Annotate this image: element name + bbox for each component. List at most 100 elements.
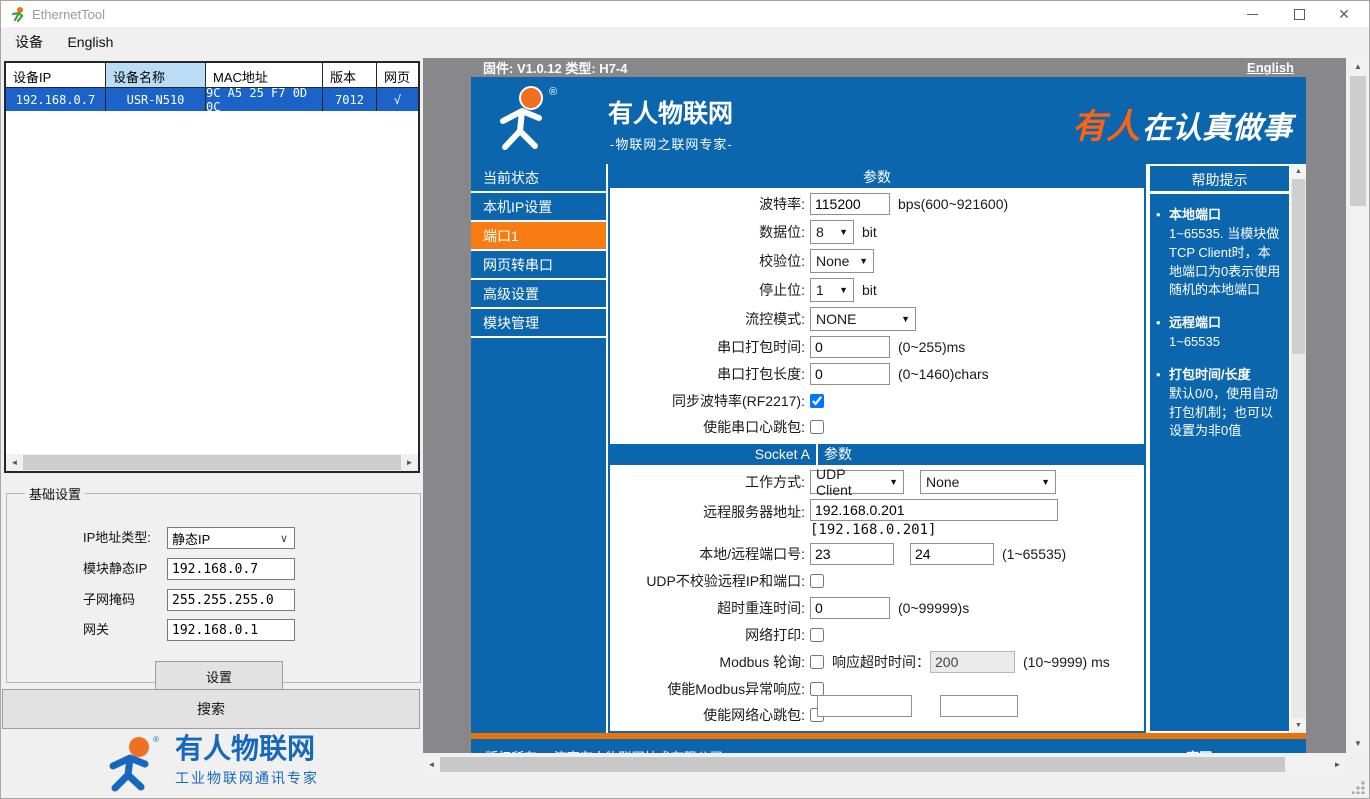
logo-brand-text: 有人物联网 [175, 733, 316, 764]
modbus-exc-checkbox[interactable] [810, 682, 824, 696]
column-header-mac[interactable]: MAC地址 [206, 63, 323, 87]
work-submode-value: None [926, 474, 960, 490]
scrollbar-thumb[interactable] [440, 757, 1285, 772]
local-port-input[interactable] [810, 543, 894, 565]
window-horizontal-scrollbar[interactable]: ◄ ► [423, 756, 1346, 773]
english-link[interactable]: English [1247, 60, 1294, 75]
close-button[interactable]: ✕ [1321, 1, 1367, 27]
udp-nocheck-label: UDP不校验远程IP和端口: [646, 573, 805, 589]
help-panel-title: 帮助提示 [1150, 166, 1289, 194]
clipped-input[interactable] [817, 695, 912, 717]
uart-heartbeat-checkbox[interactable] [810, 420, 824, 434]
nav-item-web-to-serial[interactable]: 网页转串口 [471, 251, 606, 280]
usr-site-link[interactable]: www.usr.cn [1220, 750, 1292, 754]
clipped-input[interactable] [940, 695, 1018, 717]
remote-port-input[interactable] [910, 543, 994, 565]
nav-item-current-status[interactable]: 当前状态 [471, 164, 606, 193]
site-label: 官网: [1186, 750, 1216, 754]
scrollbar-thumb[interactable] [23, 455, 401, 470]
ip-type-select[interactable]: 静态IP ∨ [167, 527, 295, 549]
column-header-version[interactable]: 版本 [323, 63, 377, 87]
gateway-row: 网关 [19, 619, 432, 643]
firmware-bar: 固件: V1.0.12 类型: H7-4 English [471, 58, 1306, 77]
table-row[interactable]: 192.168.0.7 USR-N510 9C A5 25 F7 0D 0C 7… [6, 86, 418, 114]
parity-row: 校验位: None ▼ [610, 249, 1144, 273]
web-page: 固件: V1.0.12 类型: H7-4 English ® 有人物联网 -物联… [471, 58, 1306, 753]
databits-label: 数据位: [759, 224, 805, 240]
cell-device-web-check: √ [393, 92, 402, 107]
section-header-socket-a: Socket A 参数 [610, 444, 1144, 465]
nav-item-module-mgmt[interactable]: 模块管理 [471, 309, 606, 338]
dropdown-arrow-icon: ▼ [839, 227, 848, 237]
scroll-left-icon[interactable]: ◄ [423, 756, 440, 773]
databits-row: 数据位: 8 ▼ bit [610, 220, 1144, 244]
reconnect-input[interactable] [810, 597, 890, 619]
remote-addr-input[interactable] [810, 499, 1058, 521]
content-vertical-scrollbar[interactable]: ▲ ▼ [1291, 164, 1306, 733]
scrollbar-thumb[interactable] [1350, 76, 1366, 206]
scroll-up-icon[interactable]: ▲ [1291, 164, 1306, 179]
udp-nocheck-checkbox[interactable] [810, 574, 824, 588]
udp-nocheck-row: UDP不校验远程IP和端口: [610, 571, 1144, 591]
scroll-right-icon[interactable]: ► [401, 454, 418, 471]
databits-select[interactable]: 8 ▼ [810, 220, 854, 244]
flowctrl-select[interactable]: NONE ▼ [810, 307, 916, 331]
work-mode-select[interactable]: UDP Client ▼ [810, 466, 904, 498]
work-submode-select[interactable]: None ▼ [920, 470, 1056, 494]
nav-item-advanced[interactable]: 高级设置 [471, 280, 606, 309]
modbus-timeout-input[interactable] [930, 651, 1015, 673]
search-button[interactable]: 搜索 [2, 689, 420, 729]
maximize-button[interactable] [1276, 1, 1322, 27]
subnet-input[interactable] [167, 589, 295, 611]
databits-suffix: bit [862, 224, 877, 240]
scroll-right-icon[interactable]: ► [1329, 756, 1346, 773]
section-header-params: 参数 [610, 166, 1144, 188]
bullet-icon: • [1156, 207, 1161, 222]
parity-select[interactable]: None ▼ [810, 249, 874, 273]
slogan-white-part: 在认真做事 [1142, 112, 1292, 145]
column-header-name[interactable]: 设备名称 [106, 63, 206, 87]
ip-type-row: IP地址类型: 静态IP ∨ [19, 527, 432, 551]
nav-item-local-ip[interactable]: 本机IP设置 [471, 193, 606, 222]
scrollbar-track[interactable] [1291, 354, 1306, 718]
subnet-label: 子网掩码 [83, 592, 136, 607]
set-button[interactable]: 设置 [155, 661, 283, 691]
net-print-checkbox[interactable] [810, 628, 824, 642]
help-panel-body: • 本地端口 1~65535. 当模块做TCP Client时，本地端口为0表示… [1150, 194, 1289, 441]
socket-a-title: Socket A [754, 446, 810, 462]
column-header-ip[interactable]: 设备IP [6, 63, 106, 87]
pack-len-input[interactable] [810, 363, 890, 385]
work-mode-row: 工作方式: UDP Client ▼ None ▼ [610, 466, 1144, 498]
table-horizontal-scrollbar[interactable]: ◄ ► [6, 454, 418, 471]
gateway-label: 网关 [83, 622, 110, 637]
device-table: 设备IP 设备名称 MAC地址 版本 网页 192.168.0.7 USR-N5… [4, 61, 420, 473]
minimize-button[interactable] [1229, 1, 1275, 27]
scroll-down-icon[interactable]: ▼ [1291, 718, 1306, 733]
column-header-web[interactable]: 网页 [377, 63, 418, 87]
scroll-down-icon[interactable]: ▼ [1349, 735, 1367, 752]
sync-baud-label: 同步波特率(RF2217): [671, 393, 805, 409]
menu-item-english[interactable]: English [57, 29, 123, 55]
page-brand-tagline: -物联网之联网专家- [610, 137, 733, 152]
nav-item-port1[interactable]: 端口1 [471, 222, 606, 251]
sync-baud-checkbox[interactable] [810, 394, 824, 408]
resize-grip[interactable] [1352, 781, 1365, 794]
scroll-left-icon[interactable]: ◄ [6, 454, 23, 471]
scroll-up-icon[interactable]: ▲ [1349, 58, 1367, 75]
window-vertical-scrollbar[interactable]: ▲ ▼ [1349, 58, 1367, 752]
ports-label: 本地/远程端口号: [699, 546, 805, 562]
flowctrl-label: 流控模式: [745, 311, 805, 327]
static-ip-input[interactable] [167, 558, 295, 580]
stopbits-select[interactable]: 1 ▼ [810, 278, 854, 302]
modbus-poll-checkbox[interactable] [810, 655, 824, 669]
device-table-header: 设备IP 设备名称 MAC地址 版本 网页 [6, 63, 418, 88]
pack-time-input[interactable] [810, 336, 890, 358]
net-print-row: 网络打印: [610, 625, 1144, 645]
baud-input[interactable] [810, 193, 890, 215]
menu-item-device[interactable]: 设备 [5, 27, 53, 57]
scrollbar-thumb[interactable] [1292, 179, 1305, 354]
help-item-body: 1~65535 [1169, 334, 1220, 350]
cell-device-name: USR-N510 [106, 88, 206, 111]
logo-tagline-text: 工业物联网通讯专家 [175, 769, 319, 786]
gateway-input[interactable] [167, 619, 295, 641]
